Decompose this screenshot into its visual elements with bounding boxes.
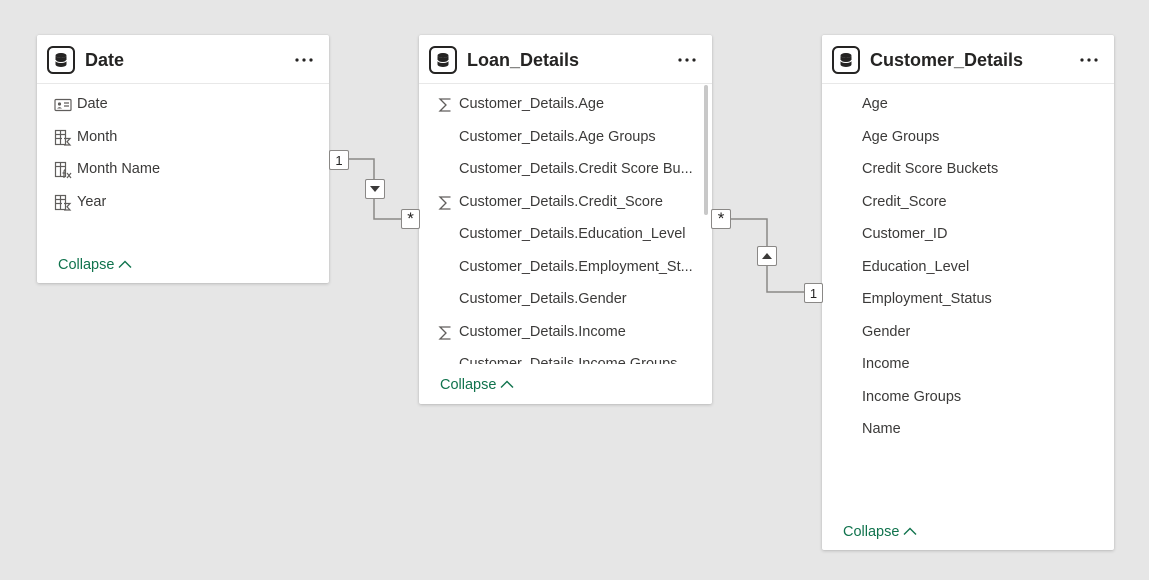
calc-column-fx-icon [53, 160, 73, 180]
table-icon [47, 46, 75, 74]
collapse-button[interactable]: Collapse [843, 524, 917, 540]
field-label: Customer_Details.Gender [459, 291, 627, 307]
scrollbar-thumb[interactable] [704, 85, 708, 215]
sigma-icon [435, 95, 455, 115]
field-item[interactable]: Customer_Details.Gender [419, 284, 712, 317]
field-item[interactable]: Customer_ID [822, 219, 1114, 252]
table-card-customer-details[interactable]: Customer_Details Age Age Groups Credit S… [822, 35, 1114, 550]
field-label: Customer_Details.Income [459, 323, 626, 340]
field-item[interactable]: Customer_Details.Credit_Score [419, 187, 712, 220]
calc-column-icon [53, 128, 73, 148]
cardinality-one-label: 1 [329, 150, 349, 170]
field-item[interactable]: Income Groups [822, 382, 1114, 415]
field-label: Month Name [77, 161, 161, 177]
field-label: Credit Score Buckets [862, 161, 999, 177]
table-title: Loan_Details [467, 50, 580, 70]
collapse-label: Collapse [58, 257, 115, 273]
table-header[interactable]: Loan_Details [419, 35, 712, 84]
field-item[interactable]: Customer_Details.Education_Level [419, 219, 712, 252]
chevron-up-icon [500, 377, 514, 393]
cardinality-many-label: * [711, 209, 731, 229]
field-label: Customer_Details.Income Groups [459, 356, 678, 364]
field-item[interactable]: Customer_Details.Credit Score Bu... [419, 154, 712, 187]
field-label: Gender [862, 323, 911, 340]
table-header[interactable]: Customer_Details [822, 35, 1114, 84]
field-label: Customer_Details.Age [459, 96, 605, 112]
table-card-loan-details[interactable]: Loan_Details Customer_Details.Age Custom… [419, 35, 712, 404]
calc-column-icon [53, 193, 73, 213]
field-list: Age Age Groups Credit Score Buckets Cred… [822, 89, 1114, 447]
chevron-up-icon [118, 257, 132, 273]
field-item[interactable]: Age [822, 89, 1114, 122]
table-card-date[interactable]: Date Date Month Month Name Year Collapse [37, 35, 329, 283]
cardinality-one-label: 1 [804, 283, 823, 303]
field-item[interactable]: Credit Score Buckets [822, 154, 1114, 187]
cardinality-many-label: * [401, 209, 420, 229]
field-label: Customer_ID [862, 226, 948, 242]
field-item[interactable]: Month Name [37, 154, 329, 187]
sigma-icon [435, 193, 455, 213]
table-title: Date [85, 50, 125, 70]
field-item[interactable]: Gender [822, 317, 1114, 350]
field-label: Income Groups [862, 388, 962, 405]
field-label: Month [77, 128, 118, 145]
collapse-label: Collapse [440, 377, 497, 393]
field-label: Name [862, 421, 901, 437]
field-item[interactable]: Name [822, 414, 1114, 447]
collapse-button[interactable]: Collapse [58, 257, 132, 273]
filter-direction-down-icon[interactable] [365, 179, 385, 199]
field-label: Age Groups [862, 128, 940, 145]
field-label: Customer_Details.Employment_St... [459, 258, 693, 275]
sigma-icon [435, 323, 455, 343]
field-label: Income [862, 356, 910, 372]
id-card-icon [53, 95, 73, 115]
filter-direction-up-icon[interactable] [757, 246, 777, 266]
field-label: Education_Level [862, 258, 970, 275]
field-label: Employment_Status [862, 291, 992, 307]
field-list: Customer_Details.Age Customer_Details.Ag… [419, 89, 712, 364]
field-item[interactable]: Customer_Details.Income Groups [419, 349, 712, 364]
field-item[interactable]: Customer_Details.Income [419, 317, 712, 350]
more-options-icon[interactable] [674, 47, 700, 73]
field-label: Year [77, 193, 107, 210]
field-item[interactable]: Age Groups [822, 122, 1114, 155]
field-label: Age [862, 96, 888, 112]
field-item[interactable]: Income [822, 349, 1114, 382]
field-item[interactable]: Date [37, 89, 329, 122]
field-item[interactable]: Customer_Details.Age Groups [419, 122, 712, 155]
field-label: Customer_Details.Age Groups [459, 128, 656, 145]
field-label: Customer_Details.Education_Level [459, 226, 686, 242]
field-item[interactable]: Credit_Score [822, 187, 1114, 220]
field-label: Date [77, 96, 108, 112]
table-icon [832, 46, 860, 74]
more-options-icon[interactable] [1076, 47, 1102, 73]
field-item[interactable]: Employment_Status [822, 284, 1114, 317]
more-options-icon[interactable] [291, 47, 317, 73]
field-item[interactable]: Year [37, 187, 329, 220]
collapse-button[interactable]: Collapse [440, 377, 514, 393]
chevron-up-icon [903, 524, 917, 540]
field-list: Date Month Month Name Year [37, 89, 329, 219]
table-icon [429, 46, 457, 74]
field-item[interactable]: Customer_Details.Employment_St... [419, 252, 712, 285]
table-title: Customer_Details [870, 50, 1024, 70]
field-label: Customer_Details.Credit_Score [459, 193, 663, 210]
collapse-label: Collapse [843, 524, 900, 540]
field-label: Customer_Details.Credit Score Bu... [459, 161, 693, 177]
field-label: Credit_Score [862, 193, 947, 210]
field-item[interactable]: Education_Level [822, 252, 1114, 285]
field-item[interactable]: Month [37, 122, 329, 155]
field-item[interactable]: Customer_Details.Age [419, 89, 712, 122]
table-header[interactable]: Date [37, 35, 329, 84]
